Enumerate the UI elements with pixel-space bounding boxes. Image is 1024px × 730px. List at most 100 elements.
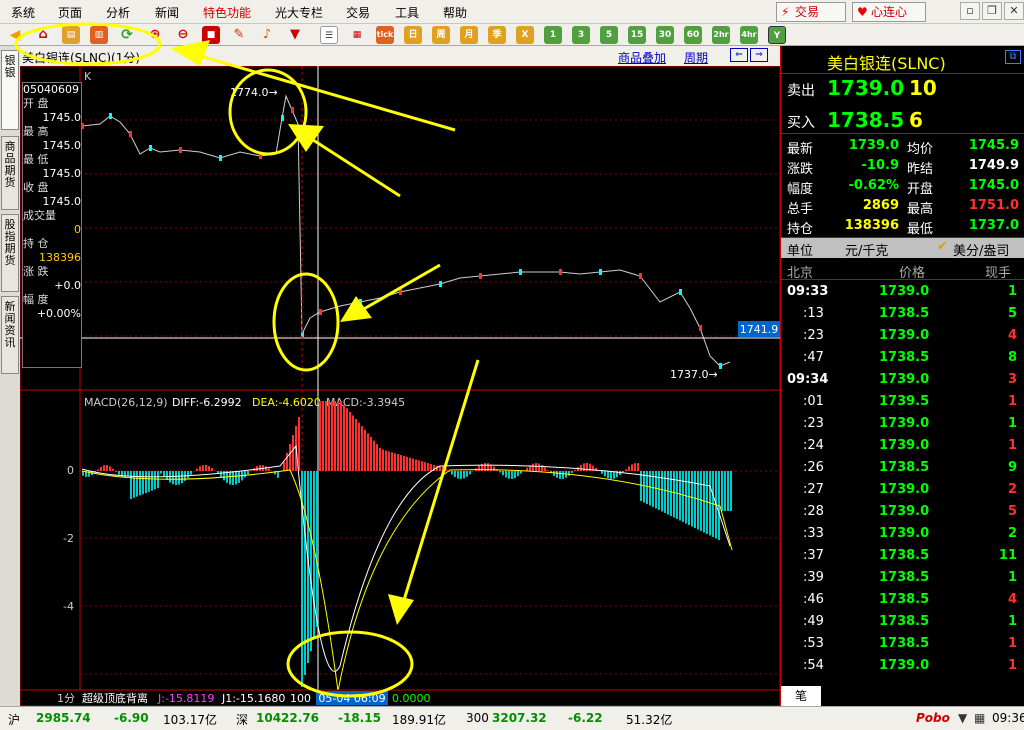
table-icon[interactable]: ☰ — [320, 26, 338, 44]
stat-label2: 最高 — [907, 202, 934, 217]
macd-bar — [385, 450, 387, 471]
min60-button[interactable]: 60 — [684, 26, 702, 44]
close-icon[interactable]: ✕ — [1004, 2, 1024, 20]
filter-icon[interactable]: ▼ — [286, 26, 304, 44]
menu-trade[interactable]: 交易 — [346, 4, 370, 21]
day-button[interactable]: 日 — [404, 26, 422, 44]
macd-title: MACD(26,12,9) — [84, 396, 168, 409]
bell-icon[interactable]: ♪ — [258, 26, 276, 44]
info-label: 收 盘 — [23, 181, 49, 194]
chart-title: 美白银连(SLNC)(1分) — [22, 51, 141, 65]
min5-button[interactable]: 5 — [600, 26, 618, 44]
tick-row: :27 1739.0 2 — [781, 480, 1024, 500]
hr4-button[interactable]: 4hr — [740, 26, 758, 44]
macd-bar — [700, 471, 702, 531]
next-arrow-icon[interactable]: ⇒ — [750, 48, 768, 62]
min30-button[interactable]: 30 — [656, 26, 674, 44]
sz-amount: 189.91亿 — [392, 713, 446, 727]
macd-bar — [232, 471, 234, 485]
menu-tools[interactable]: 工具 — [395, 4, 419, 21]
macd-bar — [379, 447, 381, 471]
macd-bar — [553, 471, 555, 476]
macd-bar — [364, 429, 366, 471]
restore-icon[interactable]: ❐ — [982, 2, 1002, 20]
macd-bar — [466, 471, 468, 477]
period-label: 1分 — [57, 692, 75, 705]
home-icon[interactable]: ⌂ — [34, 26, 52, 44]
macd-bar — [568, 471, 570, 476]
tick-button[interactable]: tick — [376, 26, 394, 44]
heart-icon: ♥ — [857, 5, 868, 19]
week-button[interactable]: 周 — [432, 26, 450, 44]
tab-index-futures[interactable]: 股指期货 — [1, 214, 19, 292]
y-button[interactable]: Y — [768, 26, 786, 44]
macd-bar — [625, 469, 627, 471]
macd-bar — [316, 471, 318, 627]
macd-bar — [211, 468, 213, 471]
status-time: 09:36 — [992, 711, 1024, 725]
tab-commodity-futures[interactable]: 商品期货 — [1, 136, 19, 210]
menu-help[interactable]: 帮助 — [443, 4, 467, 21]
macd-bar — [421, 461, 423, 471]
dea-line — [81, 469, 733, 692]
macd-bar — [361, 426, 363, 471]
unit-option[interactable]: 美分/盎司 — [953, 240, 1009, 259]
refresh-icon[interactable]: ⟳ — [118, 26, 136, 44]
prev-arrow-icon[interactable]: ⇐ — [730, 48, 748, 62]
minimize-icon[interactable]: ▫ — [960, 2, 980, 20]
tick-row: :46 1738.5 4 — [781, 590, 1024, 610]
zoom-out-icon[interactable]: ⊖ — [174, 26, 192, 44]
bottom-tab-ticks[interactable]: 笔 — [781, 686, 821, 706]
xinlian-button[interactable]: ♥ 心连心 — [852, 2, 926, 22]
quote-header: 美白银连(SLNC) ⧉ — [781, 46, 1024, 74]
month-button[interactable]: 月 — [460, 26, 478, 44]
macd-bar — [697, 471, 699, 530]
chart-icon[interactable]: ▥ — [90, 26, 108, 44]
trade-button[interactable]: ⚡ 交易 — [776, 2, 846, 22]
hr2-button[interactable]: 2hr — [712, 26, 730, 44]
period-link[interactable]: 周期 — [684, 49, 708, 66]
unit-value[interactable]: 元/千克 — [845, 240, 888, 259]
tick-volume: 1 — [1007, 394, 1017, 409]
min3-button[interactable]: 3 — [572, 26, 590, 44]
season-button[interactable]: 季 — [488, 26, 506, 44]
quote-title: 美白银连(SLNC) — [827, 54, 946, 73]
macd-axis-4: -4 — [63, 600, 74, 613]
macd-bar — [547, 470, 549, 471]
menu-news[interactable]: 新闻 — [155, 4, 179, 21]
stat-row: 持仓 138396 最低 1737.0 — [781, 216, 1024, 237]
menu-page[interactable]: 页面 — [58, 4, 82, 21]
chart-area[interactable]: 美白银连(SLNC)(1分) 商品叠加 周期 ⇐ ⇒ K17400-2-4177… — [20, 46, 780, 706]
zoom-in-icon[interactable]: ⊕ — [146, 26, 164, 44]
menu-features[interactable]: 特色功能 — [203, 4, 251, 21]
min15-button[interactable]: 15 — [628, 26, 646, 44]
menu-guangda[interactable]: 光大专栏 — [275, 4, 323, 21]
menu-analysis[interactable]: 分析 — [106, 4, 130, 21]
sh-amount: 103.17亿 — [163, 713, 217, 727]
macd-bar — [229, 471, 231, 485]
overlay-link[interactable]: 商品叠加 — [618, 49, 666, 66]
menu-system[interactable]: 系统 — [11, 4, 35, 21]
macd-bar — [532, 463, 534, 471]
tick-row: :54 1739.0 1 — [781, 656, 1024, 676]
book-icon[interactable]: ▤ — [62, 26, 80, 44]
tick-price: 1739.0 — [879, 482, 930, 497]
table-red-icon[interactable]: ▦ — [348, 26, 366, 44]
macd-bar — [676, 471, 678, 519]
pencil-icon[interactable]: ✎ — [230, 26, 248, 44]
x-button[interactable]: X — [516, 26, 534, 44]
back-arrow-icon[interactable]: ◀ — [6, 26, 24, 44]
stop-icon[interactable]: ■ — [202, 26, 220, 44]
tab-news[interactable]: 新闻资讯 — [1, 296, 19, 374]
float-window-icon[interactable]: ⧉ — [1005, 50, 1021, 64]
min1-button[interactable]: 1 — [544, 26, 562, 44]
macd-bar — [352, 415, 354, 471]
tab-silver[interactable]: 银银 — [1, 50, 19, 130]
unit-bar: 单位 元/千克 ✔ 美分/盎司 — [781, 238, 1024, 259]
unit-label: 单位 — [787, 244, 814, 259]
macd-bar — [604, 471, 606, 477]
tick-time: :39 — [803, 570, 824, 585]
tick-row: :01 1739.5 1 — [781, 392, 1024, 412]
tick-volume: 4 — [1007, 328, 1017, 343]
tick-list[interactable]: 09:33 1739.0 1:13 1738.5 5:23 1739.0 4:47 1738.… — [781, 282, 1024, 678]
